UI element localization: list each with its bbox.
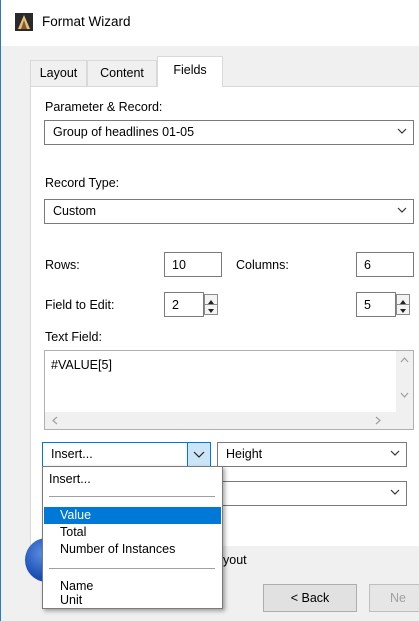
dropdown-item-unit[interactable]: Unit xyxy=(44,592,221,609)
dropdown-item-label: Total xyxy=(60,525,87,539)
dropdown-separator xyxy=(49,568,215,569)
insert-dropdown-list: Insert... Value Total Number of Instance… xyxy=(42,466,223,609)
height-value: Height xyxy=(226,447,263,461)
rows-input[interactable]: 10 xyxy=(164,252,222,277)
next-button-label: Ne xyxy=(390,591,406,605)
height-select[interactable]: Height xyxy=(217,442,407,467)
columns-input[interactable]: 6 xyxy=(356,252,414,277)
text-field-value: #VALUE[5] xyxy=(51,358,112,372)
triangle-down-icon xyxy=(208,309,214,313)
vertical-scrollbar[interactable] xyxy=(396,351,413,413)
insert-combo-button[interactable] xyxy=(187,442,211,467)
spin-down-button[interactable] xyxy=(397,305,409,315)
record-type-label: Record Type: xyxy=(45,176,120,190)
field-to-edit-label: Field to Edit: xyxy=(45,298,115,312)
field-row-value: 2 xyxy=(172,298,179,312)
tab-layout[interactable]: Layout xyxy=(30,60,87,86)
rows-label: Rows: xyxy=(45,258,80,272)
second-select[interactable] xyxy=(217,481,407,506)
insert-combo-value: Insert... xyxy=(51,447,93,461)
tab-content[interactable]: Content xyxy=(87,60,157,86)
record-type-select[interactable]: Custom xyxy=(44,199,414,224)
horizontal-scrollbar[interactable] xyxy=(45,412,398,429)
spin-down-button[interactable] xyxy=(205,305,217,315)
dropdown-item-label: Name xyxy=(60,579,94,593)
dropdown-item-label: Insert... xyxy=(49,472,91,486)
chevron-down-icon xyxy=(390,450,400,456)
parameter-record-value: Group of headlines 01-05 xyxy=(53,125,195,139)
field-row-input[interactable]: 2 xyxy=(164,292,204,317)
columns-label: Columns: xyxy=(236,258,289,272)
columns-value: 6 xyxy=(364,258,371,272)
text-field-label: Text Field: xyxy=(45,330,102,344)
dropdown-separator xyxy=(49,496,215,497)
dropdown-item-number-of-instances[interactable]: Number of Instances xyxy=(44,541,221,558)
field-col-input[interactable]: 5 xyxy=(356,292,396,317)
parameter-record-label: Parameter & Record: xyxy=(45,100,163,114)
scroll-arrows-icon xyxy=(400,357,409,398)
back-button[interactable]: < Back xyxy=(263,584,357,612)
field-col-value: 5 xyxy=(364,298,371,312)
tab-label: Layout xyxy=(39,66,78,80)
dropdown-item-total[interactable]: Total xyxy=(44,524,221,541)
next-button[interactable]: Ne xyxy=(369,584,419,612)
back-button-label: < Back xyxy=(290,591,330,605)
chevron-down-icon xyxy=(193,451,205,458)
scroll-arrows-icon xyxy=(52,416,381,425)
tab-fields[interactable]: Fields xyxy=(157,56,223,87)
layout-option-label: yout xyxy=(223,553,247,567)
record-type-value: Custom xyxy=(53,204,97,218)
insert-combo[interactable]: Insert... xyxy=(42,442,188,467)
field-row-spinner[interactable] xyxy=(204,294,218,315)
dropdown-item-value[interactable]: Value xyxy=(44,507,221,524)
window-title: Format Wizard xyxy=(42,14,131,29)
dropdown-item-label: Value xyxy=(60,508,92,522)
tab-label: Fields xyxy=(173,63,207,77)
chevron-down-icon xyxy=(397,207,407,213)
spin-up-button[interactable] xyxy=(397,295,409,305)
text-field-area[interactable]: #VALUE[5] xyxy=(44,350,414,430)
scrollbar-corner xyxy=(396,412,413,429)
title-bar: Format Wizard xyxy=(1,0,419,46)
dropdown-item-label: Number of Instances xyxy=(60,542,176,556)
dropdown-item-label: Unit xyxy=(60,593,83,607)
chevron-down-icon xyxy=(397,128,407,134)
tab-label: Content xyxy=(100,66,144,80)
rows-value: 10 xyxy=(172,258,186,272)
spin-up-button[interactable] xyxy=(205,295,217,305)
triangle-down-icon xyxy=(400,309,406,313)
chevron-down-icon xyxy=(390,489,400,495)
format-wizard-window: Format Wizard Layout Content Fields Para… xyxy=(0,0,419,621)
dropdown-item-insert[interactable]: Insert... xyxy=(44,471,221,488)
wizard-hat-icon xyxy=(15,13,33,31)
field-col-spinner[interactable] xyxy=(396,294,410,315)
parameter-record-select[interactable]: Group of headlines 01-05 xyxy=(44,120,414,145)
